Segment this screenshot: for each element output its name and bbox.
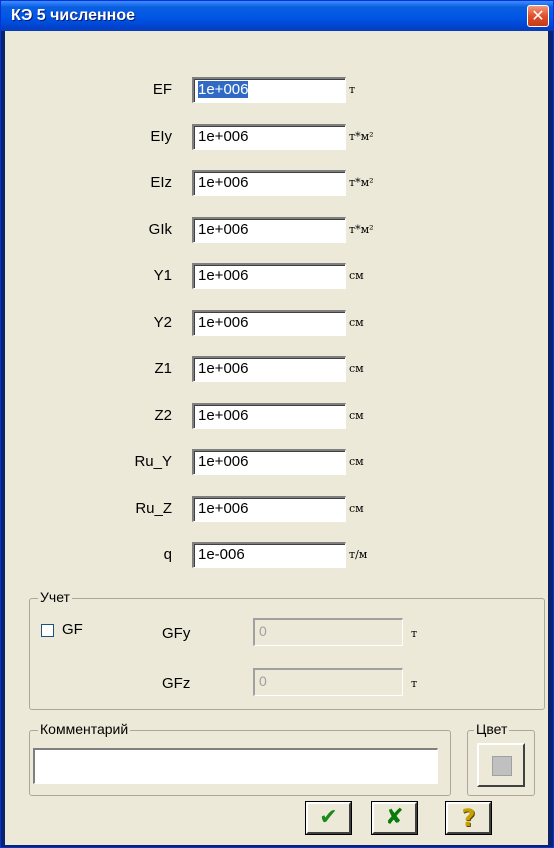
title-bar[interactable]: КЭ 5 численное ✕ bbox=[1, 1, 553, 31]
gfy-unit: т bbox=[411, 627, 418, 640]
gf-checkbox[interactable] bbox=[41, 624, 54, 637]
param-unit: т*м² bbox=[349, 223, 374, 236]
param-input[interactable]: 1e-006 bbox=[192, 542, 346, 568]
color-legend: Цвет bbox=[474, 721, 510, 737]
gfz-value: 0 bbox=[259, 673, 267, 689]
param-row: Z1 1e+006 см bbox=[5, 356, 548, 384]
param-input[interactable]: 1e+006 bbox=[192, 449, 346, 475]
close-icon: ✕ bbox=[531, 6, 545, 25]
param-value: 1e+006 bbox=[198, 81, 249, 98]
checkmark-icon: ✔ bbox=[319, 805, 338, 830]
param-value: 1e-006 bbox=[198, 546, 245, 563]
gfy-label: GFy bbox=[162, 625, 191, 642]
param-unit: см bbox=[349, 455, 364, 468]
param-value: 1e+006 bbox=[198, 314, 249, 331]
color-swatch bbox=[492, 756, 512, 776]
param-value: 1e+006 bbox=[198, 221, 249, 238]
dialog-body: EF 1e+006 т EIy 1e+006 т*м² EIz 1e+006 т*м² GIk 1e… bbox=[5, 31, 548, 845]
param-row: EIz 1e+006 т*м² bbox=[5, 170, 548, 198]
param-value: 1e+006 bbox=[198, 174, 249, 191]
param-input[interactable]: 1e+006 bbox=[192, 170, 346, 196]
param-input[interactable]: 1e+006 bbox=[192, 310, 346, 336]
param-unit: см bbox=[349, 316, 364, 329]
param-value: 1e+006 bbox=[198, 407, 249, 424]
param-row: Ru_Y 1e+006 см bbox=[5, 449, 548, 477]
param-unit: т/м bbox=[349, 548, 368, 561]
question-icon: ? bbox=[461, 804, 476, 832]
param-label: q bbox=[163, 546, 172, 563]
param-label: EF bbox=[152, 81, 172, 98]
param-row: GIk 1e+006 т*м² bbox=[5, 217, 548, 245]
param-label: GIk bbox=[148, 221, 172, 238]
param-unit: т*м² bbox=[349, 176, 374, 189]
param-label: Z2 bbox=[154, 407, 172, 424]
param-value: 1e+006 bbox=[198, 453, 249, 470]
param-row: Z2 1e+006 см bbox=[5, 403, 548, 431]
param-input[interactable]: 1e+006 bbox=[192, 403, 346, 429]
help-button[interactable]: ? bbox=[445, 801, 492, 835]
param-input[interactable]: 1e+006 bbox=[192, 356, 346, 382]
ok-button[interactable]: ✔ bbox=[305, 801, 352, 835]
uchet-legend: Учет bbox=[38, 589, 72, 605]
param-row: EIy 1e+006 т*м² bbox=[5, 124, 548, 152]
param-label: Z1 bbox=[154, 360, 172, 377]
param-unit: см bbox=[349, 502, 364, 515]
gfy-value: 0 bbox=[259, 623, 267, 639]
gfz-label: GFz bbox=[162, 675, 191, 692]
param-unit: см bbox=[349, 269, 364, 282]
param-label: Y1 bbox=[153, 267, 172, 284]
param-label: Ru_Y bbox=[134, 453, 172, 470]
param-input[interactable]: 1e+006 bbox=[192, 124, 346, 150]
comment-input[interactable] bbox=[33, 748, 438, 784]
param-row: q 1e-006 т/м bbox=[5, 542, 548, 570]
comment-legend: Комментарий bbox=[38, 721, 131, 737]
cancel-button[interactable]: ✘ bbox=[371, 801, 418, 835]
param-value: 1e+006 bbox=[198, 267, 249, 284]
param-row: Y1 1e+006 см bbox=[5, 263, 548, 291]
param-input[interactable]: 1e+006 bbox=[192, 217, 346, 243]
param-label: Y2 bbox=[153, 314, 172, 331]
gfz-field[interactable]: 0 bbox=[253, 668, 403, 696]
param-unit: см bbox=[349, 409, 364, 422]
param-value: 1e+006 bbox=[198, 128, 249, 145]
gfz-unit: т bbox=[411, 677, 418, 690]
param-unit: т bbox=[349, 83, 356, 96]
cross-icon: ✘ bbox=[385, 805, 404, 830]
window-title: КЭ 5 численное bbox=[11, 7, 136, 24]
param-label: EIz bbox=[150, 174, 172, 191]
param-value: 1e+006 bbox=[198, 500, 249, 517]
param-unit: см bbox=[349, 362, 364, 375]
param-input[interactable]: 1e+006 bbox=[192, 496, 346, 522]
param-value: 1e+006 bbox=[198, 360, 249, 377]
gf-checkbox-label: GF bbox=[62, 621, 83, 638]
gfy-field[interactable]: 0 bbox=[253, 618, 403, 646]
param-input[interactable]: 1e+006 bbox=[192, 263, 346, 289]
uchet-group: Учет GF GFy 0 т GFz 0 т bbox=[29, 589, 545, 710]
color-button[interactable] bbox=[477, 743, 525, 787]
close-button[interactable]: ✕ bbox=[527, 5, 549, 27]
param-label: Ru_Z bbox=[135, 500, 172, 517]
param-label: EIy bbox=[150, 128, 172, 145]
dialog-window: КЭ 5 численное ✕ EF 1e+006 т EIy 1e+006 т*м² E… bbox=[0, 0, 554, 848]
param-row: EF 1e+006 т bbox=[5, 77, 548, 105]
param-input[interactable]: 1e+006 bbox=[192, 77, 346, 103]
param-row: Ru_Z 1e+006 см bbox=[5, 496, 548, 524]
param-row: Y2 1e+006 см bbox=[5, 310, 548, 338]
param-unit: т*м² bbox=[349, 130, 374, 143]
